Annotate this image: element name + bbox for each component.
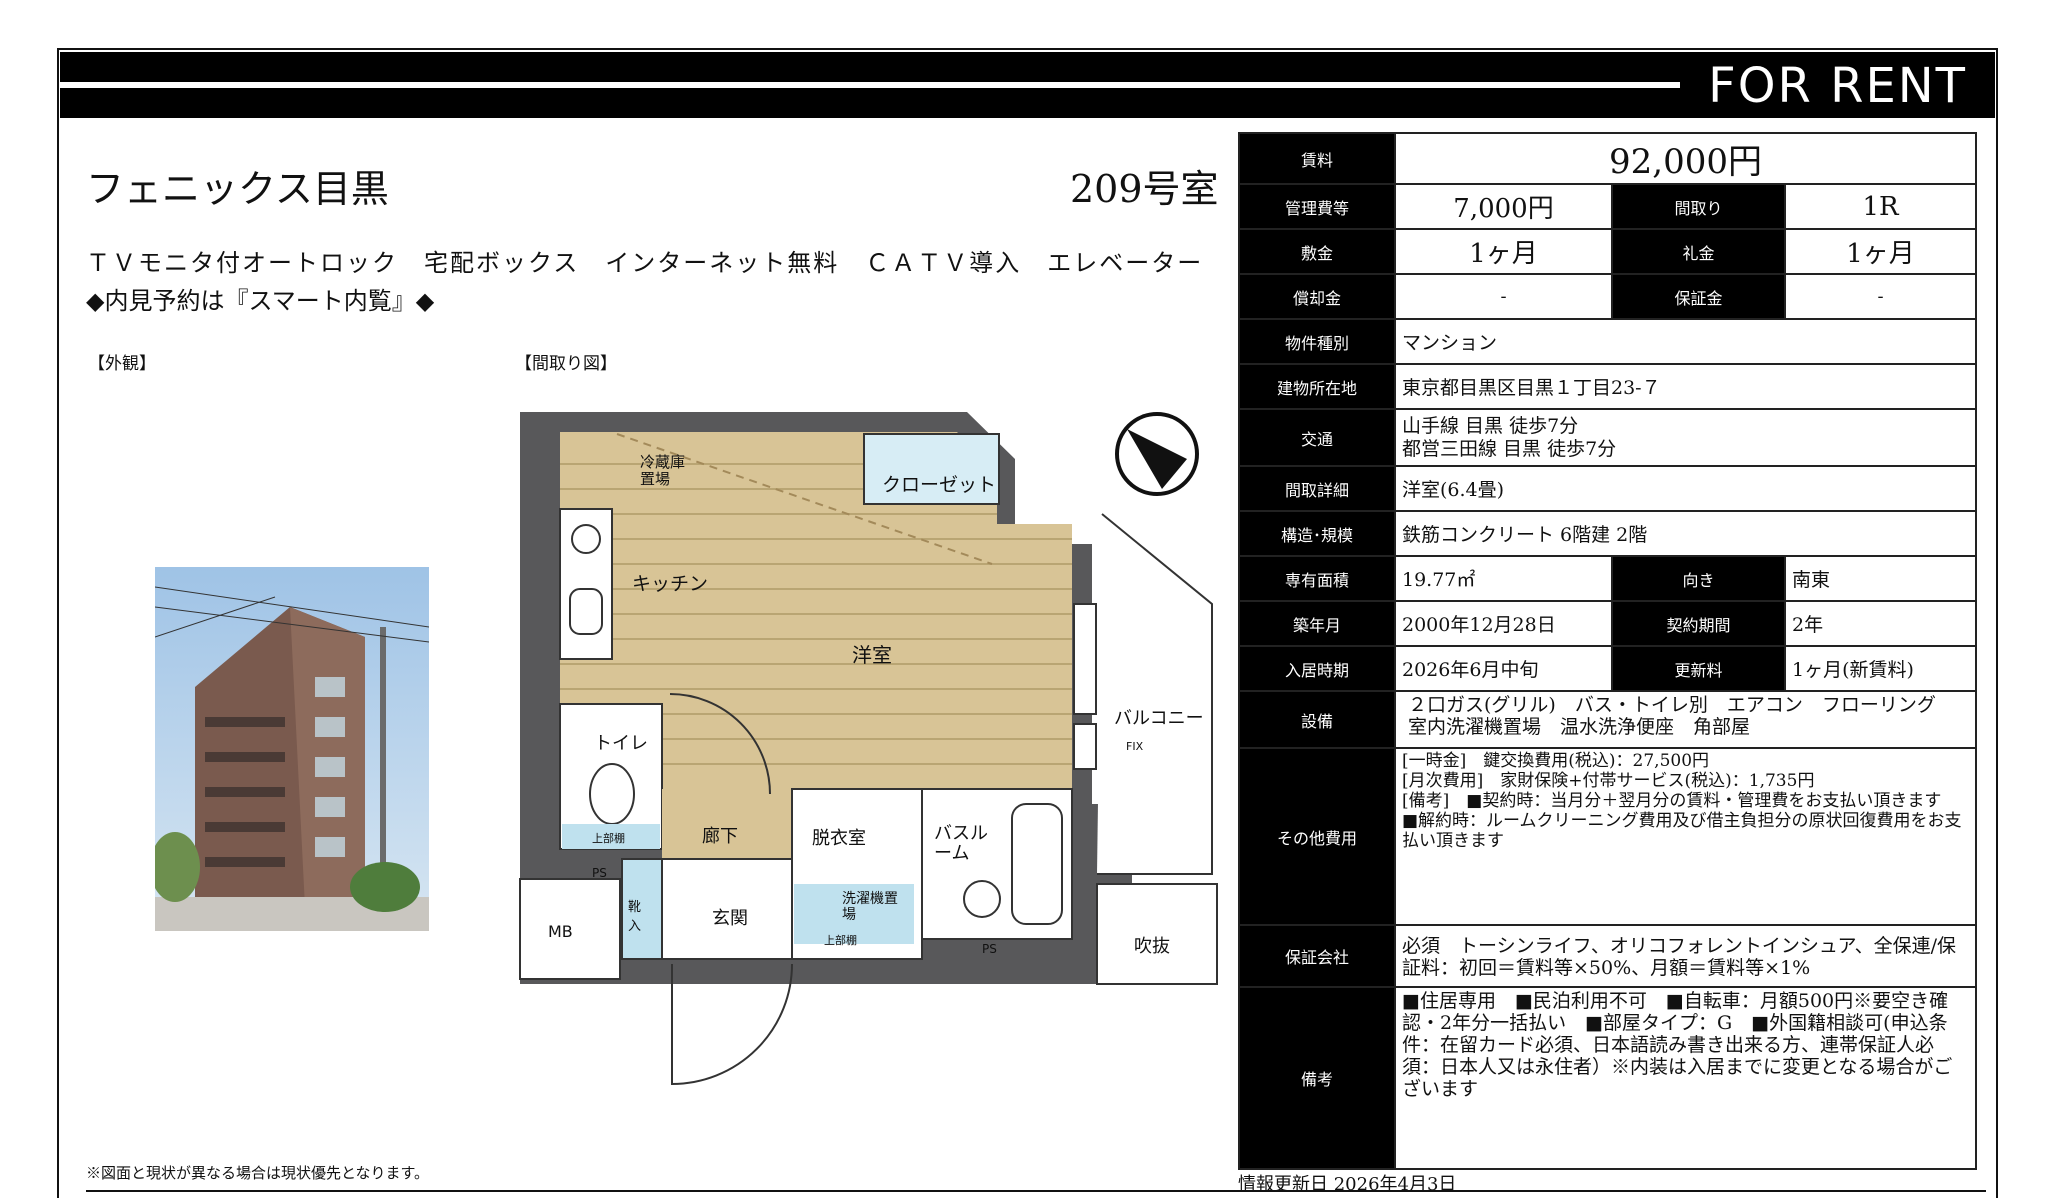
balcony-label: バルコニー <box>1114 708 1204 729</box>
kitchen-label: キッチン <box>632 573 709 595</box>
room-number: 209号室 <box>1070 167 1219 211</box>
guarantee-money-header: 保証金 <box>1611 273 1786 320</box>
equipment-value: ２口ガス(グリル) バス・トイレ別 エアコン フローリング 室内洗濯機置場 温水… <box>1394 690 1977 749</box>
exterior-label: 【外観】 <box>88 354 156 374</box>
deposit-value: 1ヶ月 <box>1394 228 1613 275</box>
contract-term-value: 2年 <box>1784 600 1977 647</box>
property-type-value: マンション <box>1394 318 1977 365</box>
dressing-room-label: 脱衣室 <box>812 828 866 849</box>
property-type-header: 物件種別 <box>1238 318 1396 365</box>
banner: FOR RENT <box>60 52 1995 118</box>
address-value: 東京都目黒区目黒１丁目23-７ <box>1394 363 1977 410</box>
rent-header: 賃料 <box>1238 132 1396 185</box>
disclaimer-note: ※図面と現状が異なる場合は現状優先となります。 <box>86 1164 430 1182</box>
move-in-header: 入居時期 <box>1238 645 1396 692</box>
transport-line-1: 山手線 目黒 徒歩7分 <box>1402 414 1579 437</box>
built-date-value: 2000年12月28日 <box>1394 600 1613 647</box>
guarantor-company-header: 保証会社 <box>1238 924 1396 988</box>
move-in-value: 2026年6月中旬 <box>1394 645 1613 692</box>
other-costs-line-1: [一時金] 鍵交換費用(税込)：27,500円 <box>1402 751 1710 771</box>
bottom-rule <box>86 1190 1986 1192</box>
exterior-photo <box>155 567 429 931</box>
mgmt-fee-value: 7,000円 <box>1394 183 1613 230</box>
mb-label: MB <box>548 922 573 941</box>
other-costs-line-2: [月次費用] 家財保険+付帯サービス(税込)：1,735円 <box>1402 771 1815 791</box>
upper-shelf-label-toilet: 上部棚 <box>592 832 625 845</box>
other-costs-value: [一時金] 鍵交換費用(税込)：27,500円 [月次費用] 家財保険+付帯サー… <box>1394 747 1977 926</box>
spec-table: 賃料 92,000円 管理費等 7,000円 間取り 1R 敷金 1ヶ月 礼金 … <box>1238 132 1977 1170</box>
fix-window-label: FIX <box>1126 740 1144 753</box>
amortization-value: - <box>1394 273 1613 320</box>
layout-value: 1R <box>1784 183 1977 230</box>
entrance-label: 玄関 <box>712 908 748 929</box>
bathroom-label: バスルーム <box>934 823 988 864</box>
shoe-cabinet-label: 靴入 <box>628 900 642 934</box>
remarks-value: ■住居専用 ■民泊利用不可 ■自転車：月額500円※要空き確認・2年分一括払い … <box>1394 986 1977 1170</box>
void-label: 吹抜 <box>1134 936 1170 957</box>
closet-label: クローゼット <box>882 474 997 496</box>
ps-label-left: PS <box>592 866 607 880</box>
guarantor-company-value: 必須 トーシンライフ、オリコフォレントインシュア、全保連/保証料：初回＝賃料等×… <box>1394 924 1977 988</box>
structure-value: 鉄筋コンクリート 6階建 2階 <box>1394 510 1977 557</box>
key-money-value: 1ヶ月 <box>1784 228 1977 275</box>
banner-stripe <box>60 82 1680 88</box>
layout-detail-value: 洋室(6.4畳) <box>1394 465 1977 512</box>
mgmt-fee-header: 管理費等 <box>1238 183 1396 230</box>
renewal-fee-header: 更新料 <box>1611 645 1786 692</box>
toilet-label: トイレ <box>594 733 648 754</box>
layout-header: 間取り <box>1611 183 1786 230</box>
banner-title: FOR RENT <box>1708 58 1967 114</box>
laundry-space-label: 洗濯機置場 <box>842 891 898 923</box>
guarantee-money-value: - <box>1784 273 1977 320</box>
viewing-note: ◆内見予約は『スマート内覧』◆ <box>86 287 435 315</box>
equipment-header: 設備 <box>1238 690 1396 749</box>
amortization-header: 償却金 <box>1238 273 1396 320</box>
structure-header: 構造･規模 <box>1238 510 1396 557</box>
feature-list: ＴＶモニタ付オートロック 宅配ボックス インターネット無料 ＣＡＴＶ導入 エレベ… <box>86 249 1204 277</box>
other-costs-line-3: [備考] ■契約時：当月分＋翌月分の賃料・管理費をお支払い頂きます ■解約時：ル… <box>1402 791 1962 851</box>
western-room-label: 洋室 <box>852 643 892 667</box>
fridge-space-label: 冷蔵庫置場 <box>640 453 686 488</box>
area-value: 19.77㎡ <box>1394 555 1613 602</box>
transport-value: 山手線 目黒 徒歩7分 都営三田線 目黒 徒歩7分 <box>1394 408 1977 467</box>
deposit-header: 敷金 <box>1238 228 1396 275</box>
address-header: 建物所在地 <box>1238 363 1396 410</box>
update-date: 情報更新日 2026年4月3日 <box>1238 1174 1457 1195</box>
rent-value: 92,000円 <box>1394 132 1977 185</box>
built-date-header: 築年月 <box>1238 600 1396 647</box>
remarks-header: 備考 <box>1238 986 1396 1170</box>
corridor-label: 廊下 <box>702 826 738 847</box>
direction-header: 向き <box>1611 555 1786 602</box>
other-costs-header: その他費用 <box>1238 747 1396 926</box>
contract-term-header: 契約期間 <box>1611 600 1786 647</box>
ps-label-bath: PS <box>982 942 997 956</box>
layout-detail-header: 間取詳細 <box>1238 465 1396 512</box>
direction-value: 南東 <box>1784 555 1977 602</box>
upper-shelf-label-dressing: 上部棚 <box>824 934 857 947</box>
key-money-header: 礼金 <box>1611 228 1786 275</box>
floor-plan: 冷蔵庫置場 クローゼット キッチン 洋室 トイレ バルコニー 廊下 脱衣室 バス… <box>512 404 1234 1099</box>
area-header: 専有面積 <box>1238 555 1396 602</box>
renewal-fee-value: 1ヶ月(新賃料) <box>1784 645 1977 692</box>
transport-header: 交通 <box>1238 408 1396 467</box>
transport-line-2: 都営三田線 目黒 徒歩7分 <box>1402 437 1617 460</box>
property-name: フェニックス目黒 <box>86 167 389 211</box>
floorplan-label: 【間取り図】 <box>515 354 617 374</box>
